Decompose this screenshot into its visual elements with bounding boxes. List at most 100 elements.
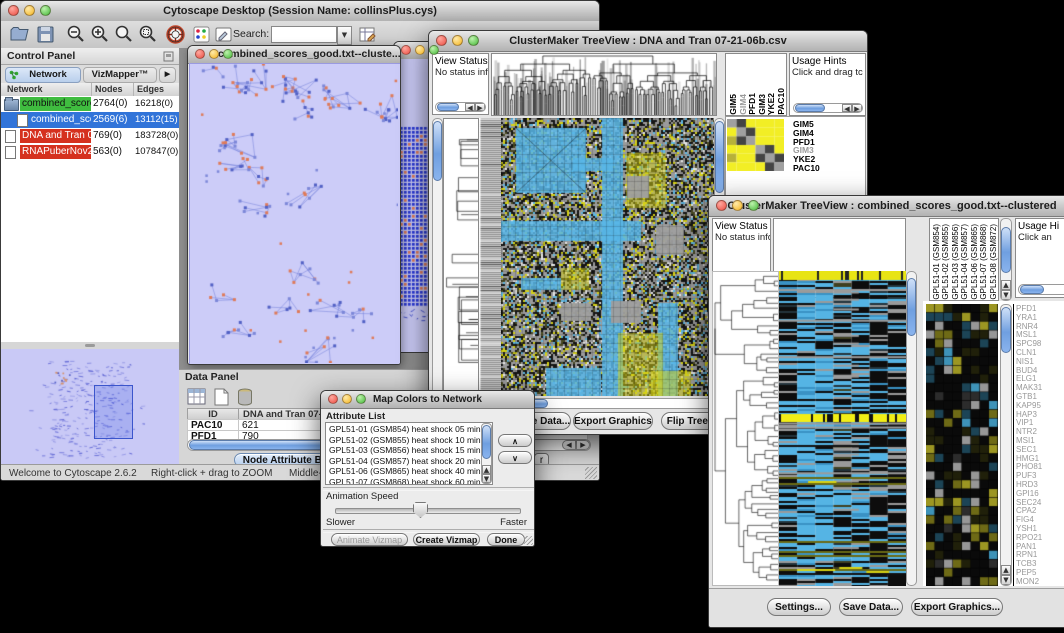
save-session-icon[interactable]: [35, 24, 56, 45]
tv1-column-label[interactable]: YKE2: [766, 93, 776, 115]
tv2-column-label[interactable]: GPL51-08 (GSM872): [989, 224, 998, 300]
tab-vizmapper[interactable]: VizMapper™: [83, 67, 157, 83]
birdseye-view[interactable]: [1, 349, 179, 464]
close-button[interactable]: [716, 200, 727, 211]
zoom-fit-icon[interactable]: [113, 24, 134, 45]
network1-canvas-bg[interactable]: [189, 63, 401, 365]
minimize-button[interactable]: [209, 49, 219, 59]
scroll-down-icon[interactable]: ▼: [1001, 575, 1011, 585]
tabs-overflow-button[interactable]: ▶: [159, 67, 176, 83]
scroll-left-icon[interactable]: ◀: [842, 104, 852, 112]
close-button[interactable]: [195, 49, 205, 59]
zoom-button[interactable]: [356, 394, 366, 404]
tv1-usage-scrollbar[interactable]: ◀ ▶: [793, 103, 863, 113]
table-mode-icon[interactable]: [187, 387, 207, 407]
tv1-column-label[interactable]: PAC10: [776, 88, 786, 115]
minimize-button[interactable]: [732, 200, 743, 211]
tv2-usage-scrollbar[interactable]: [1018, 284, 1064, 295]
tv2-row-dendrogram[interactable]: [712, 271, 779, 586]
float-panel-icon[interactable]: [163, 51, 174, 62]
tv1-row-dendrogram[interactable]: [443, 118, 479, 396]
tv2-column-label[interactable]: GPL51-07 (GSM868): [979, 224, 988, 300]
tv1-heatmap[interactable]: [501, 118, 714, 396]
main-window-resize-grip[interactable]: [585, 467, 597, 479]
network-row-dna-tran[interactable]: DNA and Tran 07 769(0) 183728(0): [1, 128, 179, 144]
minimize-button[interactable]: [452, 35, 463, 46]
tv1-row-density-strip[interactable]: [479, 118, 501, 396]
animate-vizmap-button[interactable]: Animate Vizmap: [331, 533, 408, 546]
attribute-list-scrollbar[interactable]: ▲ ▼: [481, 423, 492, 484]
tv2-column-label[interactable]: GPL51-02 (GSM855): [941, 224, 950, 300]
scroll-down-icon[interactable]: ▼: [482, 474, 491, 483]
scroll-down-icon[interactable]: ▼: [1001, 290, 1011, 300]
attribute-list-item[interactable]: GPL51-02 (GSM855) heat shock 10 min: [329, 435, 492, 446]
scroll-up-icon[interactable]: ▲: [1001, 565, 1011, 575]
gene-label[interactable]: MON2: [1016, 578, 1053, 586]
zoom-out-icon[interactable]: [65, 24, 86, 45]
scroll-up-icon[interactable]: ▲: [1001, 280, 1011, 290]
network1-canvas[interactable]: [190, 64, 398, 363]
zoom-selected-icon[interactable]: [137, 24, 158, 45]
scroll-left-icon[interactable]: ◀: [562, 440, 576, 450]
tv2-selected-heatmap[interactable]: [926, 304, 998, 586]
close-button[interactable]: [328, 394, 338, 404]
tv1-column-dendrogram[interactable]: [491, 53, 717, 116]
animation-speed-slider-track[interactable]: [335, 508, 521, 514]
move-up-button[interactable]: ∧: [498, 434, 532, 447]
zoom-button[interactable]: [40, 5, 51, 16]
tv1-row-label[interactable]: PAC10: [793, 164, 864, 173]
move-down-button[interactable]: ∨: [498, 451, 532, 464]
scroll-right-icon[interactable]: ▶: [576, 440, 590, 450]
search-dropdown[interactable]: ▼: [337, 26, 352, 45]
minimize-button[interactable]: [342, 394, 352, 404]
tv2-column-label[interactable]: GPL51-06 (GSM865): [970, 224, 979, 300]
open-file-icon[interactable]: [9, 24, 30, 45]
tv1-column-label[interactable]: GIM4: [738, 94, 748, 115]
tv2-collabel-vscrollbar[interactable]: ▲ ▼: [1000, 218, 1012, 301]
tv2-export-graphics-button[interactable]: Export Graphics...: [911, 598, 1003, 616]
annotation-icon[interactable]: [213, 24, 234, 45]
tv1-column-label[interactable]: PFD1: [747, 93, 757, 115]
zoom-button[interactable]: [748, 200, 759, 211]
vizmapper-icon[interactable]: [191, 24, 212, 45]
attribute-list-item[interactable]: GPL51-06 (GSM865) heat shock 40 min: [329, 466, 492, 477]
tab-network[interactable]: Network: [5, 67, 81, 83]
help-lifering-icon[interactable]: [165, 24, 186, 45]
tv2-gene-vscrollbar[interactable]: ▲ ▼: [1000, 304, 1012, 586]
tv1-column-label[interactable]: GIM5: [728, 94, 738, 115]
close-button[interactable]: [436, 35, 447, 46]
zoom-button[interactable]: [468, 35, 479, 46]
zoom-in-icon[interactable]: [89, 24, 110, 45]
birdseye-canvas[interactable]: [1, 351, 179, 462]
scroll-left-icon[interactable]: ◀: [465, 103, 475, 111]
tv1-status-scrollbar[interactable]: ◀ ▶: [435, 102, 486, 112]
animation-speed-slider-thumb[interactable]: [413, 502, 428, 518]
attribute-list-item[interactable]: GPL51-03 (GSM856) heat shock 15 min: [329, 445, 492, 456]
scroll-right-icon[interactable]: ▶: [475, 103, 485, 111]
delete-attribute-icon[interactable]: [235, 387, 255, 407]
tv2-settings-button[interactable]: Settings...: [767, 598, 831, 616]
tv2-column-label[interactable]: GPL51-04 (GSM857): [960, 224, 969, 300]
attribute-list-item[interactable]: GPL51-04 (GSM857) heat shock 20 min: [329, 456, 492, 467]
close-button[interactable]: [8, 5, 19, 16]
minimize-button[interactable]: [415, 45, 425, 55]
tv1-export-graphics-button[interactable]: Export Graphics...: [573, 412, 653, 430]
network-row-combined-sco-selected[interactable]: combined_sco 2569(6) 13112(15): [1, 112, 179, 128]
zoom-button[interactable]: [223, 49, 233, 59]
network-row-rnapuber[interactable]: RNAPuberNov2+ 563(0) 107847(0): [1, 144, 179, 160]
attribute-list-item[interactable]: GPL51-01 (GSM854) heat shock 05 min: [329, 424, 492, 435]
zoom-button[interactable]: [429, 45, 439, 55]
tv1-left-vscrollbar[interactable]: [432, 118, 443, 396]
birdseye-viewport-rect[interactable]: [94, 385, 133, 439]
attribute-list-item[interactable]: GPL51-07 (GSM868) heat shock 60 min: [329, 477, 492, 485]
tv2-column-label[interactable]: GPL51-01 (GSM854): [932, 224, 941, 300]
dialog-resize-grip[interactable]: [524, 536, 533, 545]
scroll-up-icon[interactable]: ▲: [482, 465, 491, 474]
tv1-column-label[interactable]: GIM3: [757, 94, 767, 115]
network-row-combined-scores[interactable]: combined_scores 2764(0) 16218(0): [1, 96, 179, 112]
attribute-browser-icon[interactable]: [357, 24, 378, 45]
search-input[interactable]: [271, 26, 337, 43]
create-vizmap-button[interactable]: Create Vizmap: [413, 533, 480, 546]
scroll-right-icon[interactable]: ▶: [852, 104, 862, 112]
minimize-button[interactable]: [24, 5, 35, 16]
